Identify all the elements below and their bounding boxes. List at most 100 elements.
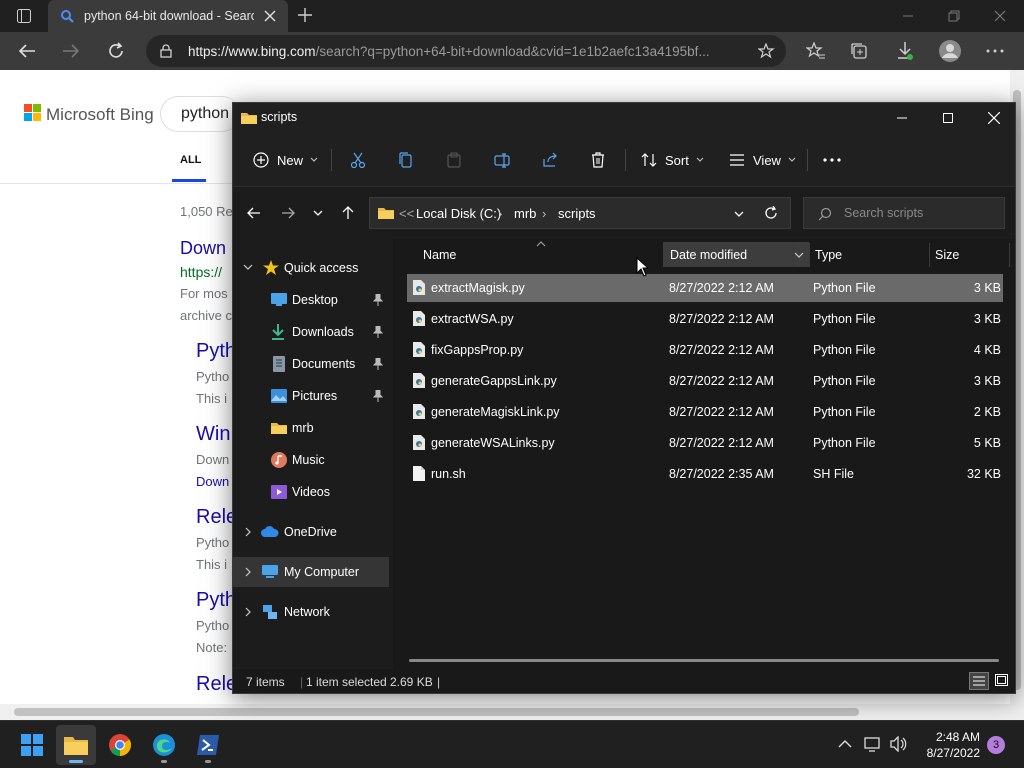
delete-button[interactable] bbox=[590, 145, 614, 175]
show-hidden-icons[interactable] bbox=[838, 739, 852, 749]
system-clock[interactable]: 2:48 AM 8/27/2022 bbox=[900, 729, 980, 761]
favorites-icon[interactable] bbox=[806, 42, 826, 60]
breadcrumb-mrb[interactable]: mrb bbox=[514, 206, 536, 221]
nav-downloads[interactable]: Downloads bbox=[233, 317, 389, 347]
forward-arrow-icon[interactable] bbox=[281, 207, 295, 219]
file-row[interactable]: generateGappsLink.py 8/27/2022 2:12 AM P… bbox=[407, 367, 1003, 395]
address-bar[interactable]: https://www.bing.com/search?q=python+64-… bbox=[146, 35, 786, 67]
taskbar-chrome[interactable] bbox=[100, 725, 140, 765]
column-name[interactable]: Name bbox=[423, 248, 456, 262]
column-type[interactable]: Type bbox=[815, 248, 842, 262]
profile-avatar-icon[interactable] bbox=[938, 39, 962, 63]
network-status-icon[interactable] bbox=[864, 736, 882, 752]
downloads-icon[interactable] bbox=[896, 41, 914, 61]
back-icon[interactable] bbox=[18, 43, 36, 59]
notification-badge[interactable]: 3 bbox=[987, 736, 1005, 754]
collections-icon[interactable] bbox=[850, 42, 868, 60]
address-dropdown-icon[interactable] bbox=[734, 210, 744, 218]
more-options-button[interactable] bbox=[823, 145, 849, 175]
pane-splitter[interactable] bbox=[389, 239, 393, 669]
file-row[interactable]: fixGappsProp.py 8/27/2022 2:12 AM Python… bbox=[407, 336, 1003, 364]
bing-tab-all[interactable]: ALL bbox=[180, 154, 201, 166]
nav-documents[interactable]: Documents bbox=[233, 349, 389, 379]
file-row[interactable]: extractMagisk.py 8/27/2022 2:12 AM Pytho… bbox=[407, 274, 1003, 302]
nav-label: Quick access bbox=[284, 261, 359, 275]
browser-minimize-icon[interactable] bbox=[902, 10, 914, 22]
nav-music[interactable]: Music bbox=[233, 445, 389, 475]
page-horizontal-scrollbar[interactable] bbox=[0, 704, 1010, 720]
result-title[interactable]: Down bbox=[180, 238, 226, 259]
column-divider[interactable] bbox=[929, 243, 930, 267]
explorer-titlebar[interactable]: scripts bbox=[233, 103, 1015, 133]
result-title[interactable]: Pyth bbox=[196, 589, 236, 612]
breadcrumb-overflow[interactable]: << bbox=[399, 206, 414, 221]
nav-pictures[interactable]: Pictures bbox=[233, 381, 389, 411]
lock-icon[interactable] bbox=[160, 44, 172, 58]
column-date[interactable]: Date modified bbox=[670, 248, 747, 262]
large-icons-view-button[interactable] bbox=[992, 672, 1012, 690]
close-tab-icon[interactable] bbox=[264, 10, 276, 22]
tab-actions-icon[interactable] bbox=[16, 8, 32, 24]
file-name: generateWSALinks.py bbox=[431, 436, 555, 450]
result-title[interactable]: Rele bbox=[196, 673, 237, 696]
paste-button[interactable] bbox=[446, 145, 470, 175]
nav-videos[interactable]: Videos bbox=[233, 477, 389, 507]
file-size: 5 KB bbox=[973, 436, 1001, 450]
navigation-pane: Quick access Desktop Downloads Documents… bbox=[233, 239, 389, 669]
selection-size: 2.69 KB bbox=[390, 675, 433, 689]
breadcrumb[interactable]: << Local Disk (C:) › mrb › scripts bbox=[369, 197, 791, 229]
file-row[interactable]: extractWSA.py 8/27/2022 2:12 AM Python F… bbox=[407, 305, 1003, 333]
copy-button[interactable] bbox=[398, 145, 422, 175]
nav-desktop[interactable]: Desktop bbox=[233, 285, 389, 315]
maximize-button[interactable] bbox=[925, 103, 971, 133]
file-row[interactable]: generateMagiskLink.py 8/27/2022 2:12 AM … bbox=[407, 398, 1003, 426]
file-row[interactable]: generateWSALinks.py 8/27/2022 2:12 AM Py… bbox=[407, 429, 1003, 457]
file-list-horizontal-scrollbar[interactable] bbox=[409, 659, 999, 662]
recent-locations-icon[interactable] bbox=[313, 209, 323, 217]
nav-network[interactable]: Network bbox=[233, 597, 389, 627]
breadcrumb-root[interactable]: Local Disk (C:) bbox=[416, 206, 501, 221]
rename-button[interactable] bbox=[494, 145, 518, 175]
settings-more-icon[interactable] bbox=[986, 49, 1004, 53]
result-sublink[interactable]: Down bbox=[196, 474, 229, 489]
taskbar-edge[interactable] bbox=[144, 725, 184, 765]
taskbar-powershell[interactable] bbox=[188, 725, 228, 765]
minimize-button[interactable] bbox=[879, 103, 925, 133]
sort-button[interactable]: Sort bbox=[641, 145, 712, 175]
cut-button[interactable] bbox=[350, 145, 374, 175]
add-favorite-icon[interactable] bbox=[758, 43, 776, 59]
taskbar-file-explorer[interactable] bbox=[56, 725, 96, 765]
breadcrumb-current[interactable]: scripts bbox=[558, 206, 596, 221]
new-button[interactable]: New bbox=[253, 145, 326, 175]
bing-search-box[interactable]: python bbox=[160, 96, 240, 132]
nav-quick-access[interactable]: Quick access bbox=[233, 253, 389, 283]
file-row[interactable]: run.sh 8/27/2022 2:35 AM SH File 32 KB bbox=[407, 460, 1003, 488]
column-size[interactable]: Size bbox=[935, 248, 959, 262]
start-button[interactable] bbox=[12, 725, 52, 765]
details-view-button[interactable] bbox=[969, 672, 989, 690]
result-title[interactable]: Pyth bbox=[196, 340, 236, 363]
nav-my-computer[interactable]: My Computer bbox=[233, 557, 389, 587]
view-button[interactable]: View bbox=[729, 145, 804, 175]
browser-tab[interactable]: python 64-bit download - Search bbox=[48, 0, 288, 32]
nav-mrb[interactable]: mrb bbox=[233, 413, 389, 443]
bing-logo[interactable]: Microsoft Bing bbox=[24, 104, 154, 126]
refresh-icon[interactable] bbox=[107, 42, 125, 60]
browser-restore-icon[interactable] bbox=[948, 10, 960, 22]
refresh-icon[interactable] bbox=[764, 206, 778, 220]
search-box[interactable]: Search scripts bbox=[803, 197, 1005, 229]
close-button[interactable] bbox=[971, 103, 1017, 133]
scroll-thumb[interactable] bbox=[14, 708, 859, 716]
column-divider[interactable] bbox=[1009, 243, 1010, 267]
forward-icon[interactable] bbox=[62, 43, 80, 59]
result-title[interactable]: Win bbox=[196, 423, 230, 446]
result-url[interactable]: https:// bbox=[180, 264, 222, 280]
back-arrow-icon[interactable] bbox=[247, 207, 261, 219]
result-title[interactable]: Rele bbox=[196, 506, 237, 529]
share-button[interactable] bbox=[542, 145, 566, 175]
browser-close-icon[interactable] bbox=[994, 10, 1006, 22]
up-arrow-icon[interactable] bbox=[342, 206, 354, 220]
column-divider[interactable] bbox=[809, 243, 810, 267]
new-tab-icon[interactable] bbox=[298, 8, 312, 22]
nav-onedrive[interactable]: OneDrive bbox=[233, 517, 389, 547]
